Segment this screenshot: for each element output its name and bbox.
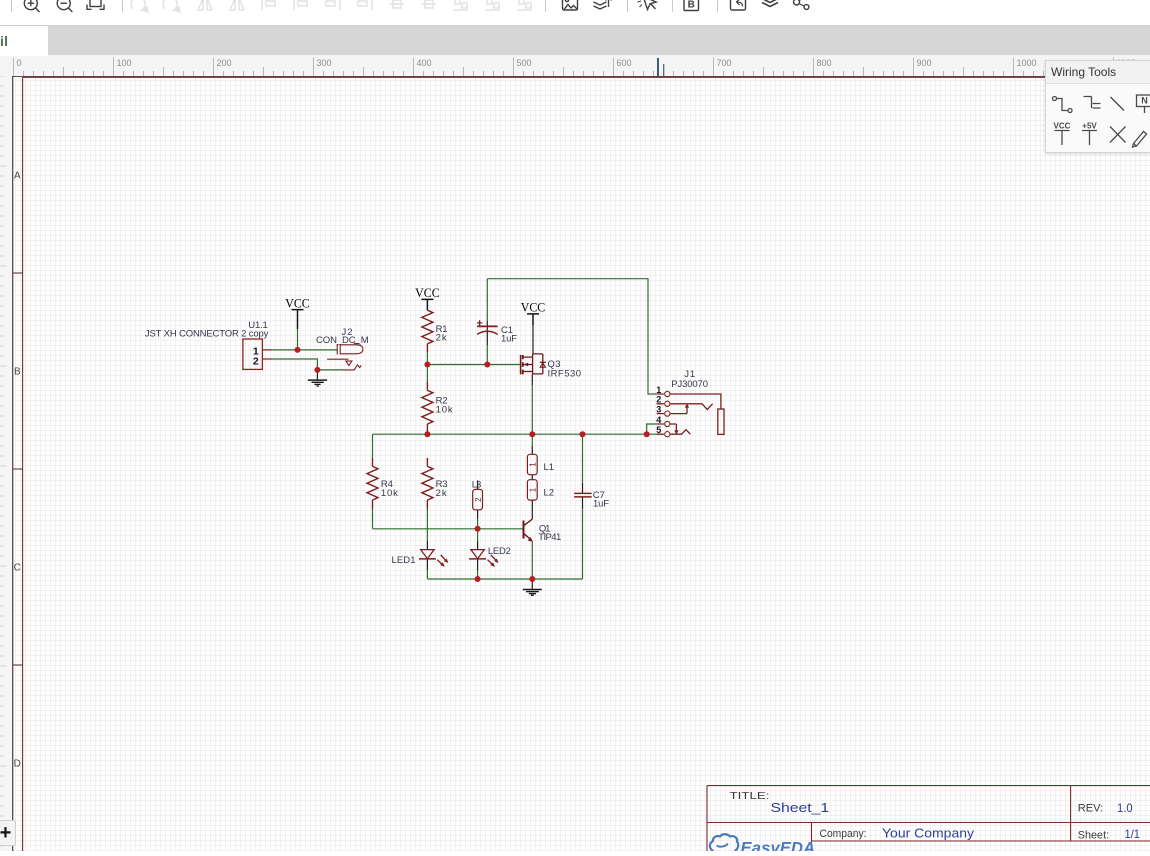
svg-text:VCC: VCC xyxy=(415,286,440,300)
svg-text:LED2: LED2 xyxy=(488,546,511,557)
svg-text:1/1: 1/1 xyxy=(1125,827,1141,841)
svg-text:1: 1 xyxy=(529,462,538,467)
svg-text:5: 5 xyxy=(656,425,661,435)
svg-text:800: 800 xyxy=(817,58,832,68)
svg-text:2k: 2k xyxy=(436,488,447,499)
svg-text:1uF: 1uF xyxy=(501,334,517,345)
svg-text:1uF: 1uF xyxy=(593,499,609,510)
svg-text:C: C xyxy=(14,563,21,574)
svg-text:VCC: VCC xyxy=(521,301,546,315)
svg-text:PJ30070: PJ30070 xyxy=(671,379,708,390)
svg-text:400: 400 xyxy=(417,58,432,68)
svg-text:+5V: +5V xyxy=(1082,122,1097,131)
svg-text:CON_DC_M: CON_DC_M xyxy=(316,335,369,346)
svg-text:L1: L1 xyxy=(544,462,555,473)
svg-text:1.0: 1.0 xyxy=(1117,801,1133,815)
svg-text:1: 1 xyxy=(529,487,538,492)
svg-text:100: 100 xyxy=(117,58,132,68)
svg-text:2: 2 xyxy=(474,497,483,502)
svg-text:200: 200 xyxy=(217,58,232,68)
svg-text:900: 900 xyxy=(917,58,932,68)
svg-text:1: 1 xyxy=(656,385,661,395)
svg-text:300: 300 xyxy=(317,58,332,68)
svg-text:10k: 10k xyxy=(436,404,453,415)
svg-text:Sheet_1: Sheet_1 xyxy=(771,800,830,815)
svg-text:0: 0 xyxy=(17,58,22,68)
svg-text:2: 2 xyxy=(656,395,661,405)
svg-text:VCC: VCC xyxy=(285,296,310,310)
svg-text:IRF530: IRF530 xyxy=(548,368,582,379)
svg-text:Sheet:: Sheet: xyxy=(1078,830,1109,842)
svg-text:L3: L3 xyxy=(472,480,482,491)
svg-text:700: 700 xyxy=(717,58,732,68)
svg-text:REV:: REV: xyxy=(1078,803,1103,815)
svg-text:TITLE:: TITLE: xyxy=(730,790,770,802)
svg-text:Your Company: Your Company xyxy=(882,827,975,841)
svg-text:TIP41: TIP41 xyxy=(538,532,561,543)
svg-text:N: N xyxy=(1141,96,1148,106)
svg-text:500: 500 xyxy=(517,58,532,68)
svg-text:3: 3 xyxy=(656,405,661,415)
svg-text:4: 4 xyxy=(656,415,661,425)
svg-text:A: A xyxy=(14,171,21,182)
svg-text:VCC: VCC xyxy=(1054,122,1071,131)
svg-text:B: B xyxy=(688,0,695,11)
svg-text:2k: 2k xyxy=(436,333,447,344)
svg-text:10k: 10k xyxy=(381,488,398,499)
svg-text:L2: L2 xyxy=(544,488,555,499)
svg-text:LED1: LED1 xyxy=(392,555,416,566)
svg-text:Company:: Company: xyxy=(820,828,867,840)
svg-text:B: B xyxy=(14,367,21,378)
svg-text:1000: 1000 xyxy=(1017,58,1037,68)
svg-text:D: D xyxy=(14,759,21,770)
svg-text:2: 2 xyxy=(253,355,259,367)
svg-text:600: 600 xyxy=(617,58,632,68)
svg-text:JST XH CONNECTOR 2 copy: JST XH CONNECTOR 2 copy xyxy=(145,328,269,339)
svg-text:EasyEDA: EasyEDA xyxy=(741,840,816,852)
